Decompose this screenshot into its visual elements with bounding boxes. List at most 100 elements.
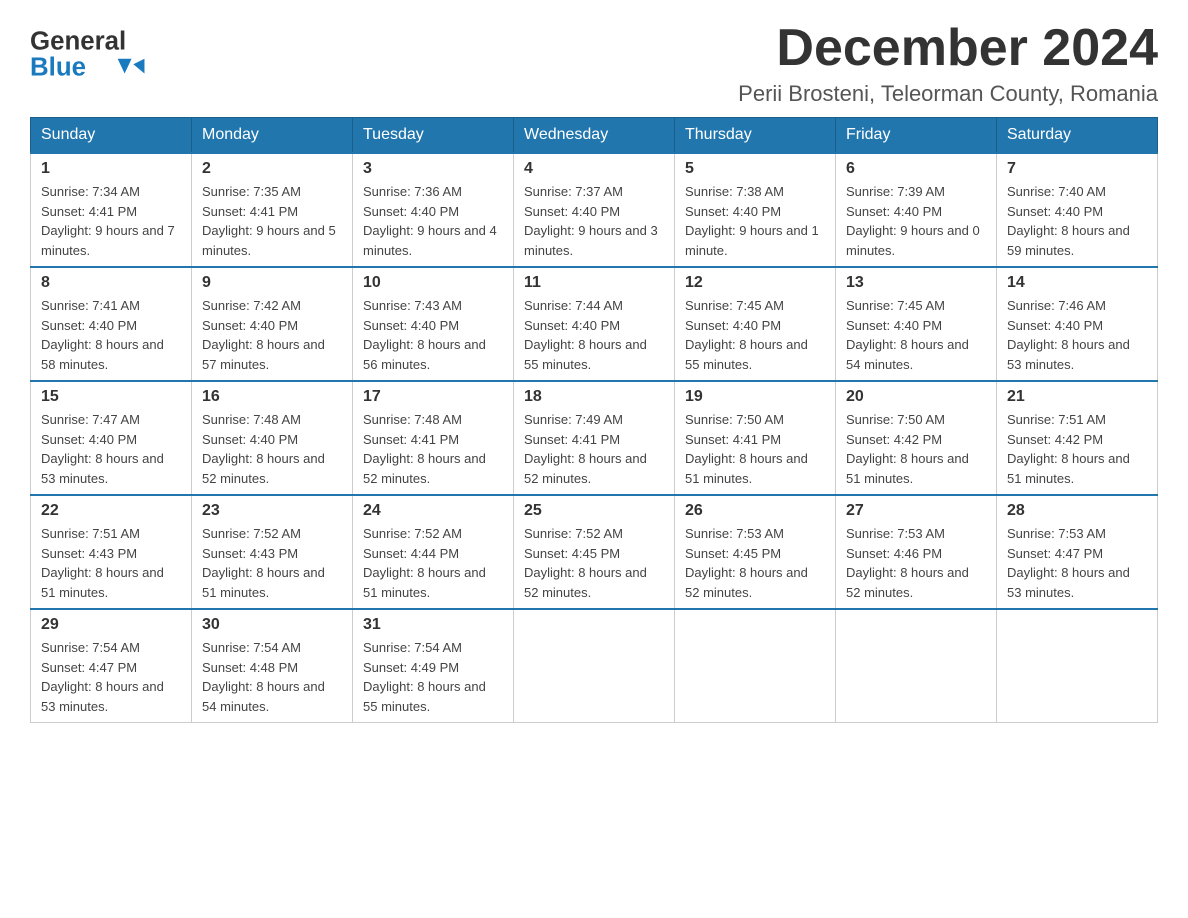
day-cell: 29 Sunrise: 7:54 AM Sunset: 4:47 PM Dayl… [31, 609, 192, 723]
day-number: 26 [685, 502, 825, 520]
day-number: 8 [41, 274, 181, 292]
day-info: Sunrise: 7:53 AM Sunset: 4:46 PM Dayligh… [846, 524, 986, 602]
col-friday: Friday [836, 118, 997, 154]
day-cell: 17 Sunrise: 7:48 AM Sunset: 4:41 PM Dayl… [353, 381, 514, 495]
day-cell: 15 Sunrise: 7:47 AM Sunset: 4:40 PM Dayl… [31, 381, 192, 495]
week-row-4: 22 Sunrise: 7:51 AM Sunset: 4:43 PM Dayl… [31, 495, 1158, 609]
day-info: Sunrise: 7:51 AM Sunset: 4:43 PM Dayligh… [41, 524, 181, 602]
calendar-subtitle: Perii Brosteni, Teleorman County, Romani… [738, 81, 1158, 107]
col-monday: Monday [192, 118, 353, 154]
day-number: 3 [363, 160, 503, 178]
week-row-2: 8 Sunrise: 7:41 AM Sunset: 4:40 PM Dayli… [31, 267, 1158, 381]
week-row-1: 1 Sunrise: 7:34 AM Sunset: 4:41 PM Dayli… [31, 153, 1158, 267]
day-cell: 24 Sunrise: 7:52 AM Sunset: 4:44 PM Dayl… [353, 495, 514, 609]
day-info: Sunrise: 7:41 AM Sunset: 4:40 PM Dayligh… [41, 296, 181, 374]
day-cell: 13 Sunrise: 7:45 AM Sunset: 4:40 PM Dayl… [836, 267, 997, 381]
day-info: Sunrise: 7:54 AM Sunset: 4:48 PM Dayligh… [202, 638, 342, 716]
day-cell: 18 Sunrise: 7:49 AM Sunset: 4:41 PM Dayl… [514, 381, 675, 495]
day-number: 4 [524, 160, 664, 178]
day-cell: 20 Sunrise: 7:50 AM Sunset: 4:42 PM Dayl… [836, 381, 997, 495]
col-tuesday: Tuesday [353, 118, 514, 154]
day-cell: 25 Sunrise: 7:52 AM Sunset: 4:45 PM Dayl… [514, 495, 675, 609]
day-cell: 23 Sunrise: 7:52 AM Sunset: 4:43 PM Dayl… [192, 495, 353, 609]
day-info: Sunrise: 7:43 AM Sunset: 4:40 PM Dayligh… [363, 296, 503, 374]
day-number: 11 [524, 274, 664, 292]
day-number: 19 [685, 388, 825, 406]
day-number: 24 [363, 502, 503, 520]
day-info: Sunrise: 7:48 AM Sunset: 4:41 PM Dayligh… [363, 410, 503, 488]
logo-svg: General Blue [30, 20, 150, 80]
day-info: Sunrise: 7:47 AM Sunset: 4:40 PM Dayligh… [41, 410, 181, 488]
day-info: Sunrise: 7:54 AM Sunset: 4:47 PM Dayligh… [41, 638, 181, 716]
day-number: 7 [1007, 160, 1147, 178]
day-info: Sunrise: 7:52 AM Sunset: 4:43 PM Dayligh… [202, 524, 342, 602]
day-info: Sunrise: 7:50 AM Sunset: 4:41 PM Dayligh… [685, 410, 825, 488]
day-info: Sunrise: 7:38 AM Sunset: 4:40 PM Dayligh… [685, 182, 825, 260]
day-cell [836, 609, 997, 723]
day-cell: 31 Sunrise: 7:54 AM Sunset: 4:49 PM Dayl… [353, 609, 514, 723]
day-cell: 22 Sunrise: 7:51 AM Sunset: 4:43 PM Dayl… [31, 495, 192, 609]
calendar-table: Sunday Monday Tuesday Wednesday Thursday… [30, 117, 1158, 723]
day-number: 28 [1007, 502, 1147, 520]
day-number: 13 [846, 274, 986, 292]
day-number: 21 [1007, 388, 1147, 406]
day-cell: 28 Sunrise: 7:53 AM Sunset: 4:47 PM Dayl… [997, 495, 1158, 609]
day-number: 22 [41, 502, 181, 520]
day-info: Sunrise: 7:48 AM Sunset: 4:40 PM Dayligh… [202, 410, 342, 488]
day-info: Sunrise: 7:42 AM Sunset: 4:40 PM Dayligh… [202, 296, 342, 374]
col-saturday: Saturday [997, 118, 1158, 154]
logo: General Blue [30, 20, 150, 80]
day-info: Sunrise: 7:53 AM Sunset: 4:45 PM Dayligh… [685, 524, 825, 602]
day-number: 15 [41, 388, 181, 406]
header-row: Sunday Monday Tuesday Wednesday Thursday… [31, 118, 1158, 154]
day-info: Sunrise: 7:49 AM Sunset: 4:41 PM Dayligh… [524, 410, 664, 488]
day-cell: 5 Sunrise: 7:38 AM Sunset: 4:40 PM Dayli… [675, 153, 836, 267]
day-info: Sunrise: 7:52 AM Sunset: 4:45 PM Dayligh… [524, 524, 664, 602]
day-cell: 6 Sunrise: 7:39 AM Sunset: 4:40 PM Dayli… [836, 153, 997, 267]
day-number: 31 [363, 616, 503, 634]
day-info: Sunrise: 7:54 AM Sunset: 4:49 PM Dayligh… [363, 638, 503, 716]
day-number: 5 [685, 160, 825, 178]
day-cell: 9 Sunrise: 7:42 AM Sunset: 4:40 PM Dayli… [192, 267, 353, 381]
day-info: Sunrise: 7:36 AM Sunset: 4:40 PM Dayligh… [363, 182, 503, 260]
title-section: December 2024 Perii Brosteni, Teleorman … [738, 20, 1158, 107]
day-info: Sunrise: 7:44 AM Sunset: 4:40 PM Dayligh… [524, 296, 664, 374]
day-number: 23 [202, 502, 342, 520]
day-number: 1 [41, 160, 181, 178]
day-info: Sunrise: 7:34 AM Sunset: 4:41 PM Dayligh… [41, 182, 181, 260]
week-row-5: 29 Sunrise: 7:54 AM Sunset: 4:47 PM Dayl… [31, 609, 1158, 723]
calendar-title: December 2024 [738, 20, 1158, 77]
day-number: 20 [846, 388, 986, 406]
day-cell: 1 Sunrise: 7:34 AM Sunset: 4:41 PM Dayli… [31, 153, 192, 267]
day-cell: 30 Sunrise: 7:54 AM Sunset: 4:48 PM Dayl… [192, 609, 353, 723]
col-sunday: Sunday [31, 118, 192, 154]
day-number: 6 [846, 160, 986, 178]
day-number: 14 [1007, 274, 1147, 292]
week-row-3: 15 Sunrise: 7:47 AM Sunset: 4:40 PM Dayl… [31, 381, 1158, 495]
day-number: 2 [202, 160, 342, 178]
day-number: 30 [202, 616, 342, 634]
calendar-body: 1 Sunrise: 7:34 AM Sunset: 4:41 PM Dayli… [31, 153, 1158, 723]
day-cell: 7 Sunrise: 7:40 AM Sunset: 4:40 PM Dayli… [997, 153, 1158, 267]
day-number: 29 [41, 616, 181, 634]
day-number: 9 [202, 274, 342, 292]
col-thursday: Thursday [675, 118, 836, 154]
day-info: Sunrise: 7:45 AM Sunset: 4:40 PM Dayligh… [846, 296, 986, 374]
day-cell: 3 Sunrise: 7:36 AM Sunset: 4:40 PM Dayli… [353, 153, 514, 267]
page-header: General Blue December 2024 Perii Brosten… [30, 20, 1158, 107]
day-info: Sunrise: 7:53 AM Sunset: 4:47 PM Dayligh… [1007, 524, 1147, 602]
day-cell [675, 609, 836, 723]
day-number: 16 [202, 388, 342, 406]
day-number: 12 [685, 274, 825, 292]
day-number: 27 [846, 502, 986, 520]
day-info: Sunrise: 7:51 AM Sunset: 4:42 PM Dayligh… [1007, 410, 1147, 488]
day-cell: 19 Sunrise: 7:50 AM Sunset: 4:41 PM Dayl… [675, 381, 836, 495]
day-number: 25 [524, 502, 664, 520]
day-cell: 26 Sunrise: 7:53 AM Sunset: 4:45 PM Dayl… [675, 495, 836, 609]
day-cell: 10 Sunrise: 7:43 AM Sunset: 4:40 PM Dayl… [353, 267, 514, 381]
day-info: Sunrise: 7:39 AM Sunset: 4:40 PM Dayligh… [846, 182, 986, 260]
day-cell: 4 Sunrise: 7:37 AM Sunset: 4:40 PM Dayli… [514, 153, 675, 267]
calendar-header: Sunday Monday Tuesday Wednesday Thursday… [31, 118, 1158, 154]
day-info: Sunrise: 7:45 AM Sunset: 4:40 PM Dayligh… [685, 296, 825, 374]
day-cell: 21 Sunrise: 7:51 AM Sunset: 4:42 PM Dayl… [997, 381, 1158, 495]
